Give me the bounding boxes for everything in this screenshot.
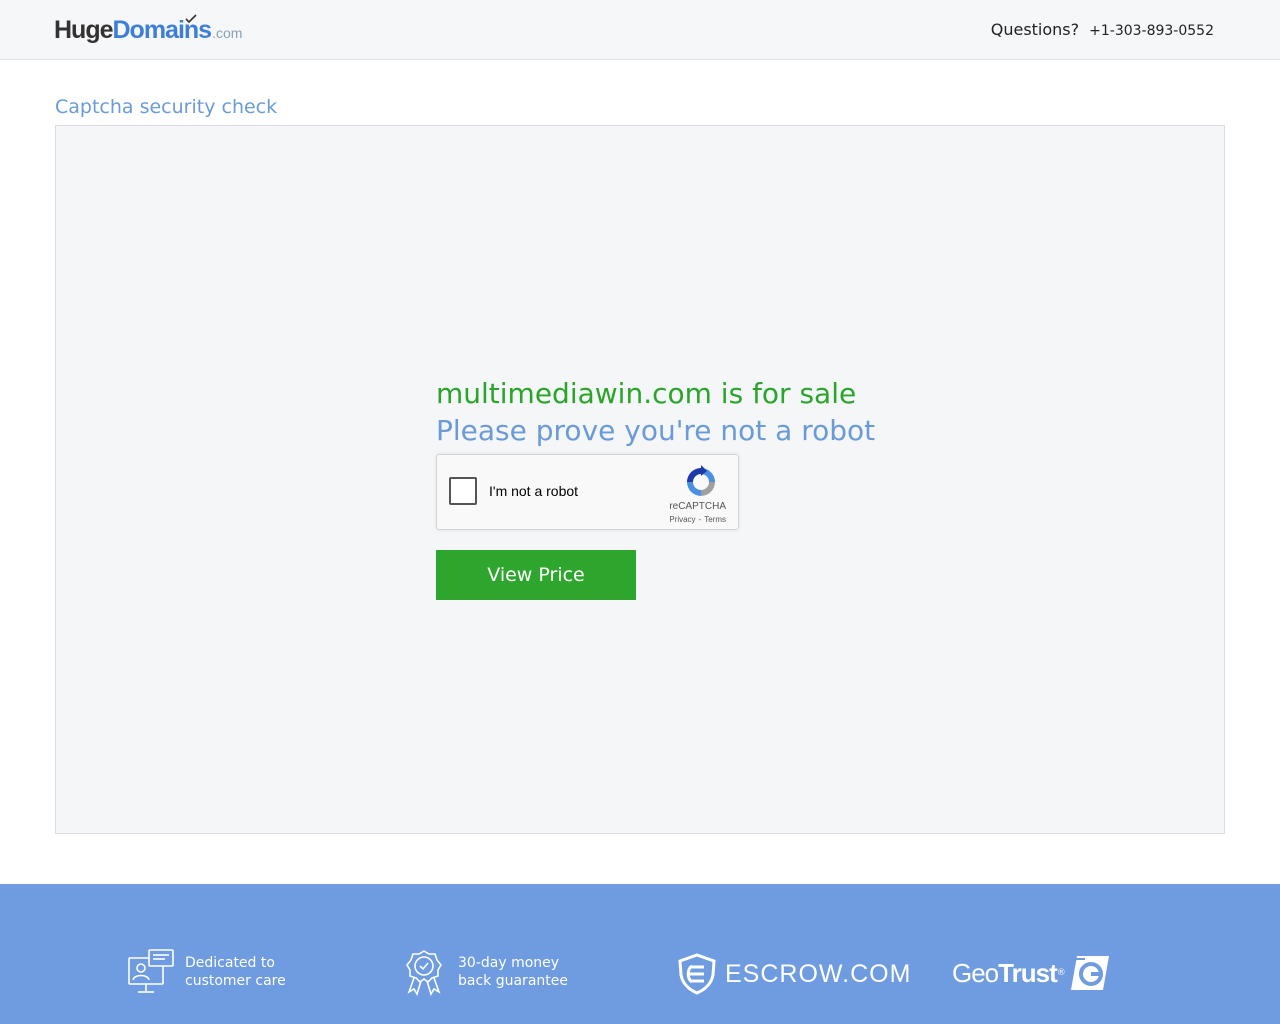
questions-label: Questions? xyxy=(990,20,1080,39)
geotrust-logo-icon xyxy=(1070,956,1109,990)
sale-heading: multimediawin.com is for sale xyxy=(436,377,857,410)
escrow-shield-icon xyxy=(678,953,716,995)
feature-guarantee-line1: 30-day money xyxy=(458,955,560,971)
feature-customer-care-line2: customer care xyxy=(185,973,286,989)
recaptcha-brand: reCAPTCHA xyxy=(669,501,726,512)
recaptcha-checkbox[interactable] xyxy=(449,477,477,505)
recaptcha-label: I'm not a robot xyxy=(489,483,579,499)
geotrust-registered-mark: ® xyxy=(1056,968,1066,978)
geotrust-label: GeoTrust xyxy=(952,957,1058,989)
site-footer: Dedicated to customer care 30-day money … xyxy=(0,884,1280,1024)
captcha-panel: multimediawin.com is for sale Please pro… xyxy=(55,125,1225,834)
feature-guarantee: 30-day money back guarantee xyxy=(400,948,568,996)
feature-customer-care: Dedicated to customer care xyxy=(127,948,286,996)
feature-customer-care-line1: Dedicated to xyxy=(185,955,275,971)
view-price-button[interactable]: View Price xyxy=(436,550,636,600)
recaptcha-logo-icon xyxy=(687,465,715,496)
captcha-content: multimediawin.com is for sale Please pro… xyxy=(436,376,876,600)
logo-com-text: .com xyxy=(212,25,243,41)
recaptcha-terms-link[interactable]: Terms xyxy=(704,515,726,524)
feature-customer-care-text: Dedicated to customer care xyxy=(185,954,286,990)
recaptcha-widget: I'm not a robot reCAPTCHA Privacy - Term… xyxy=(436,454,739,530)
recaptcha-privacy-link[interactable]: Privacy xyxy=(669,515,695,524)
geotrust-badge[interactable]: GeoTrust ® xyxy=(952,954,1111,992)
logo-huge-text: Huge xyxy=(54,16,113,44)
contact-info: Questions? +1-303-893-0552 xyxy=(991,20,1214,39)
escrow-badge[interactable]: ESCROW.COM xyxy=(677,953,911,995)
guarantee-ribbon-icon xyxy=(406,950,442,996)
robot-heading: Please prove you're not a robot xyxy=(436,414,876,447)
site-header: Huge Domains .com Questions? +1-303-893-… xyxy=(0,0,1280,60)
page-title: Captcha security check xyxy=(55,96,278,118)
feature-guarantee-line2: back guarantee xyxy=(458,973,568,989)
geotrust-trust: Trust xyxy=(998,957,1058,988)
feature-guarantee-text: 30-day money back guarantee xyxy=(458,954,568,990)
phone-number[interactable]: +1-303-893-0552 xyxy=(1089,23,1214,39)
geotrust-geo: Geo xyxy=(952,957,999,988)
recaptcha-separator: - xyxy=(698,515,702,524)
recaptcha-links: Privacy - Terms xyxy=(669,515,726,524)
escrow-label: ESCROW.COM xyxy=(725,959,912,988)
logo-check-icon xyxy=(185,14,197,24)
hugedomains-logo[interactable]: Huge Domains .com xyxy=(54,14,243,46)
customer-care-icon xyxy=(128,949,174,993)
